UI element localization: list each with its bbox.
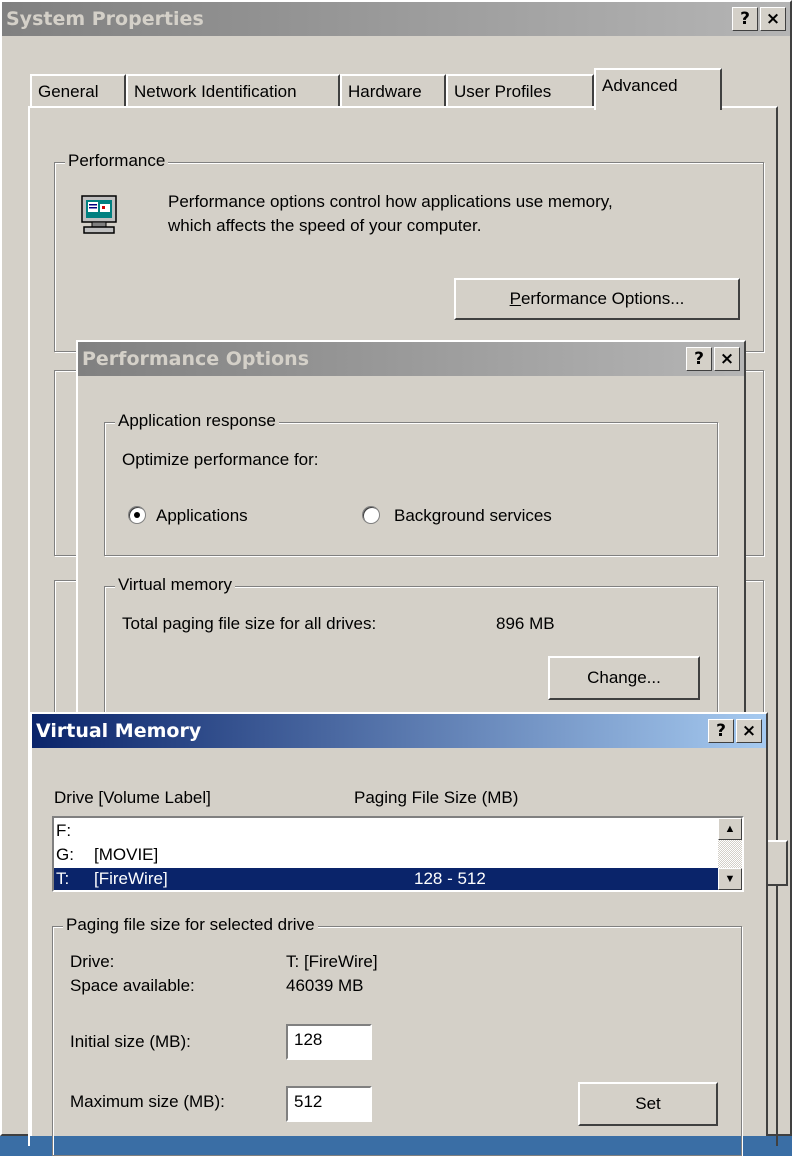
performance-options-titlebar[interactable]: Performance Options ? ×	[78, 342, 744, 376]
window-title: System Properties	[6, 8, 204, 30]
dialog-title: Virtual Memory	[36, 720, 202, 742]
drive-list[interactable]: F: G: [MOVIE] T: [FireWire] 128 - 512 ▲ …	[52, 816, 744, 892]
list-item[interactable]: F:	[54, 820, 718, 842]
optimize-label: Optimize performance for:	[122, 450, 319, 469]
drive-letter: T:	[56, 869, 70, 888]
drive-letter: G:	[56, 845, 74, 864]
drive-field-label: Drive:	[70, 952, 115, 971]
tab-advanced[interactable]: Advanced	[594, 68, 722, 110]
close-button[interactable]: ×	[760, 7, 786, 31]
application-response-label: Application response	[115, 411, 279, 431]
performance-options-mnemonic: P	[509, 289, 521, 308]
set-button[interactable]: Set	[578, 1082, 718, 1126]
maximum-size-label: Maximum size (MB):	[70, 1092, 225, 1111]
space-available-label: Space available:	[70, 976, 195, 995]
drive-list-scrollbar[interactable]: ▲ ▼	[718, 818, 742, 890]
space-available-value: 46039 MB	[286, 976, 364, 995]
column-size-header: Paging File Size (MB)	[354, 788, 519, 807]
virtual-memory-dialog: Virtual Memory ? × Drive [Volume Label] …	[30, 712, 768, 1156]
computer-monitor-icon	[78, 194, 120, 236]
column-drive-header: Drive [Volume Label]	[54, 788, 211, 807]
performance-description-2: which affects the speed of your computer…	[168, 216, 482, 235]
background-services-radio[interactable]	[362, 506, 380, 524]
change-button[interactable]: Change...	[548, 656, 700, 700]
performance-options-label: erformance Options...	[520, 289, 685, 308]
total-paging-label: Total paging file size for all drives:	[122, 614, 377, 633]
tab-hardware[interactable]: Hardware	[340, 74, 446, 108]
list-item-selected[interactable]: T: [FireWire] 128 - 512	[54, 868, 718, 890]
list-item[interactable]: G: [MOVIE]	[54, 844, 718, 866]
tab-network-identification[interactable]: Network Identification	[126, 74, 340, 108]
drive-field-value: T: [FireWire]	[286, 952, 378, 971]
background-services-radio-label[interactable]: Background services	[394, 506, 552, 526]
close-button[interactable]: ×	[714, 347, 740, 371]
total-paging-value: 896 MB	[496, 614, 555, 633]
drive-label: [MOVIE]	[94, 845, 159, 864]
help-button[interactable]: ?	[732, 7, 758, 31]
virtual-memory-titlebar[interactable]: Virtual Memory ? ×	[32, 714, 766, 748]
tab-user-profiles[interactable]: User Profiles	[446, 74, 594, 108]
application-response-group: Application response	[104, 411, 718, 556]
dialog-title: Performance Options	[82, 348, 310, 370]
applications-radio-label[interactable]: Applications	[156, 506, 248, 526]
drive-label: [FireWire]	[94, 869, 168, 888]
drive-size: 128 - 512	[414, 869, 486, 888]
close-button[interactable]: ×	[736, 719, 762, 743]
applications-radio[interactable]	[128, 506, 146, 524]
system-properties-titlebar[interactable]: System Properties ? ×	[2, 2, 790, 36]
tab-general[interactable]: General	[30, 74, 126, 108]
maximum-size-input[interactable]: 512	[286, 1086, 372, 1122]
help-button[interactable]: ?	[708, 719, 734, 743]
drive-letter: F:	[56, 821, 72, 840]
scroll-up-icon[interactable]: ▲	[718, 818, 742, 840]
performance-description-1: Performance options control how applicat…	[168, 192, 613, 211]
scroll-down-icon[interactable]: ▼	[718, 868, 742, 890]
initial-size-input[interactable]: 128	[286, 1024, 372, 1060]
selected-drive-group-label: Paging file size for selected drive	[63, 915, 318, 935]
performance-group-label: Performance	[65, 151, 169, 171]
virtual-memory-group-label: Virtual memory	[115, 575, 235, 595]
help-button[interactable]: ?	[686, 347, 712, 371]
performance-group: Performance	[54, 151, 764, 352]
initial-size-label: Initial size (MB):	[70, 1032, 191, 1051]
performance-options-button[interactable]: Performance Options...	[454, 278, 740, 320]
